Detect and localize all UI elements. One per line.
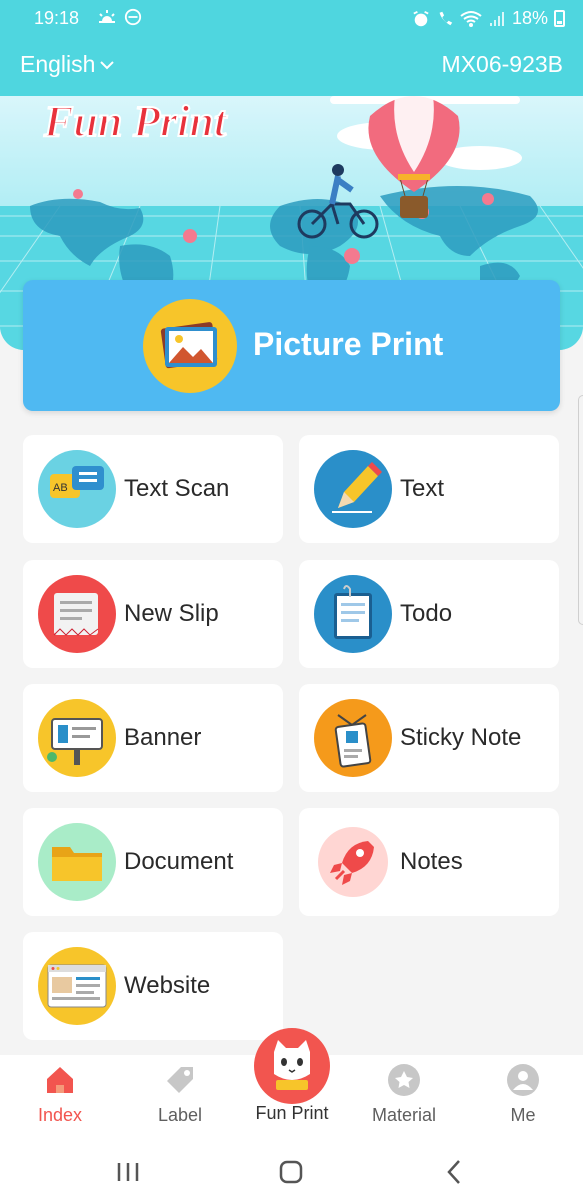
tile-sticky-note[interactable]: Sticky Note — [299, 684, 559, 792]
status-right-icons: 18% — [412, 8, 565, 29]
recent-apps-icon[interactable] — [108, 1155, 148, 1189]
tile-new-slip[interactable]: New Slip — [23, 560, 283, 668]
browser-icon — [38, 947, 116, 1025]
tile-label: Document — [124, 848, 234, 875]
slip-icon — [38, 575, 116, 653]
status-bar: 19:18 18% — [0, 0, 583, 36]
banner-logo: Fun Print — [43, 97, 228, 146]
tile-label: New Slip — [124, 600, 219, 627]
svg-text:AB: AB — [53, 482, 68, 494]
battery-percent: 18% — [511, 8, 548, 28]
billboard-icon — [38, 699, 116, 777]
back-icon[interactable] — [434, 1155, 474, 1189]
tag-icon — [167, 1067, 193, 1093]
tile-text[interactable]: Text — [299, 435, 559, 543]
nav-item-label[interactable]: Label — [125, 1055, 235, 1143]
nav-label: Material — [371, 1105, 437, 1125]
clipboard-icon — [314, 575, 392, 653]
do-not-disturb-icon — [124, 8, 142, 26]
tile-document[interactable]: Document — [23, 808, 283, 916]
tile-banner[interactable]: Banner — [23, 684, 283, 792]
tile-label: Notes — [400, 848, 463, 875]
home-button-icon[interactable] — [271, 1155, 311, 1189]
tile-todo[interactable]: Todo — [299, 560, 559, 668]
wifi-call-icon — [439, 11, 453, 25]
user-icon — [507, 1064, 539, 1096]
tile-text-scan[interactable]: AB Text Scan — [23, 435, 283, 543]
cat-icon — [274, 1040, 310, 1090]
folder-icon — [38, 823, 116, 901]
nav-item-index[interactable]: Index — [5, 1055, 115, 1143]
system-nav-bar — [0, 1143, 583, 1200]
tile-label: Banner — [124, 724, 202, 751]
fun-print-label: Fun Print — [255, 1103, 329, 1123]
fun-print-button[interactable] — [254, 1028, 330, 1104]
status-time: 19:18 — [34, 8, 80, 28]
tile-website[interactable]: Website — [23, 932, 283, 1040]
weather-icon — [99, 10, 115, 23]
language-selector[interactable]: English — [20, 51, 115, 78]
tile-label: Todo — [400, 600, 453, 627]
picture-print-label: Picture Print — [253, 326, 444, 362]
home-icon — [47, 1067, 73, 1093]
tile-label: Website — [124, 972, 211, 999]
nav-label: Me — [510, 1105, 536, 1125]
nav-item-material[interactable]: Material — [349, 1055, 459, 1143]
nav-label: Index — [37, 1105, 83, 1125]
tile-label: Text — [400, 475, 445, 502]
tile-notes[interactable]: Notes — [299, 808, 559, 916]
nav-item-me[interactable]: Me — [468, 1055, 578, 1143]
language-label: English — [20, 51, 96, 77]
tile-label: Text Scan — [124, 475, 230, 502]
signal-icon — [489, 11, 504, 26]
tile-label: Sticky Note — [400, 724, 522, 751]
rocket-icon — [318, 827, 388, 897]
badge-icon — [314, 699, 392, 777]
pencil-icon — [314, 450, 392, 528]
picture-print-button[interactable]: Picture Print — [23, 280, 560, 411]
star-icon — [388, 1064, 420, 1096]
scroll-indicator[interactable] — [578, 395, 583, 625]
picture-icon — [143, 299, 237, 393]
device-name[interactable]: MX06-923B — [442, 51, 563, 78]
wifi-icon — [460, 10, 482, 27]
chevron-down-icon — [100, 60, 115, 69]
battery-icon — [554, 10, 565, 27]
alarm-icon — [413, 10, 429, 26]
nav-label: Label — [157, 1105, 203, 1125]
text-scan-icon: AB — [38, 450, 116, 528]
top-bar: English MX06-923B — [0, 36, 583, 96]
status-left-icons — [96, 8, 143, 31]
